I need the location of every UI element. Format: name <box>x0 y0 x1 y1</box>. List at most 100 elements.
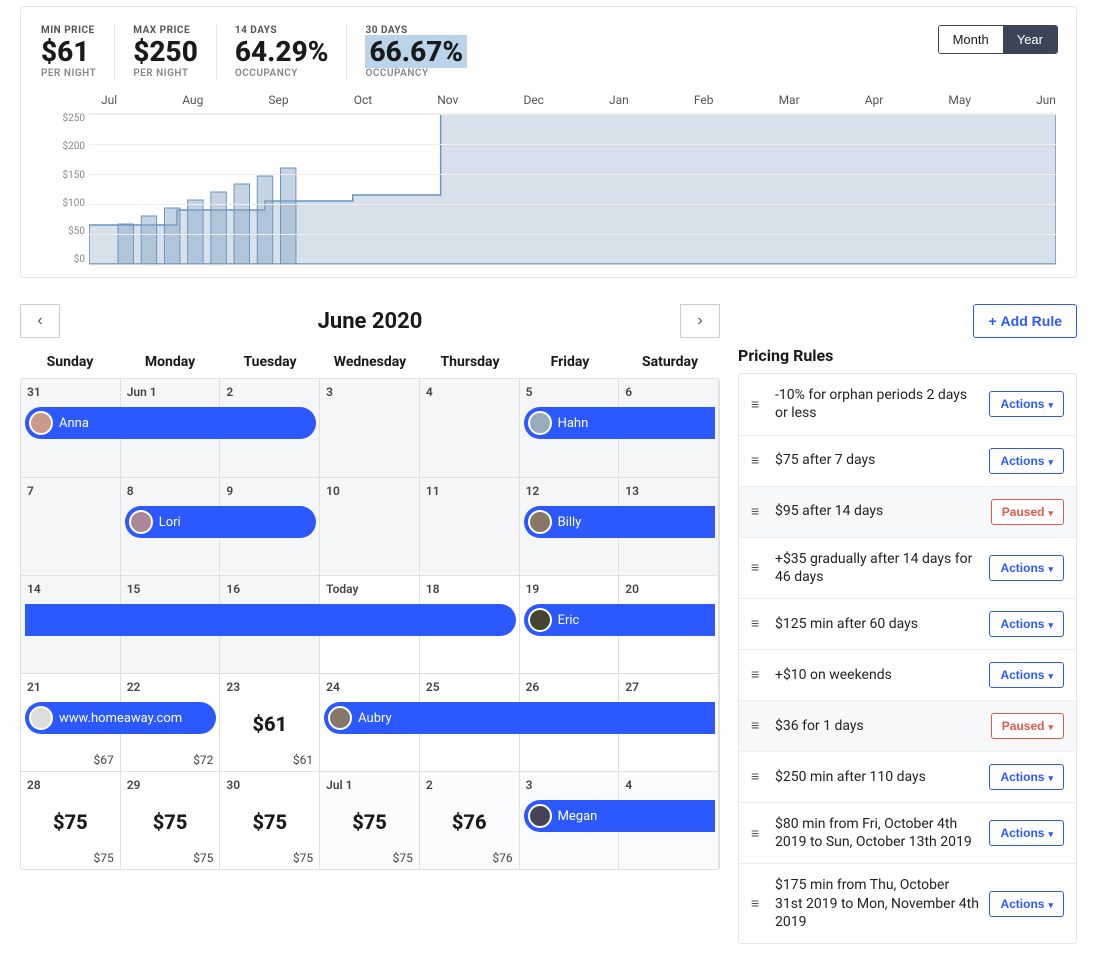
booking-event[interactable]: www.homeaway.com <box>25 702 216 734</box>
drag-handle-icon[interactable]: ≡ <box>751 452 765 469</box>
calendar-cell[interactable]: 28$75$75 <box>21 772 121 869</box>
rule-action-button[interactable]: Actions▾ <box>989 662 1064 688</box>
dow-label: Wednesday <box>320 354 420 370</box>
chart-month-label: Apr <box>865 93 884 107</box>
dow-label: Monday <box>120 354 220 370</box>
chart-month-label: Jul <box>101 93 117 107</box>
dow-label: Thursday <box>420 354 520 370</box>
booking-event[interactable]: Lori <box>125 506 316 538</box>
rule-action-button[interactable]: Actions▾ <box>989 448 1064 474</box>
rule-action-button[interactable]: Paused▾ <box>991 499 1064 525</box>
chevron-down-icon: ▾ <box>1048 829 1053 839</box>
day-number: Today <box>326 582 413 596</box>
drag-handle-icon[interactable]: ≡ <box>751 895 765 912</box>
drag-handle-icon[interactable]: ≡ <box>751 717 765 734</box>
calendar-cell[interactable]: 2$76$76 <box>420 772 520 869</box>
rule-action-button[interactable]: Paused▾ <box>991 713 1064 739</box>
dow-label: Tuesday <box>220 354 320 370</box>
booking-event[interactable]: Billy <box>524 506 715 538</box>
day-number: Jun 1 <box>127 385 214 399</box>
rule-action-button[interactable]: Actions▾ <box>989 611 1064 637</box>
drag-handle-icon[interactable]: ≡ <box>751 615 765 632</box>
booking-event[interactable]: Eric <box>524 604 715 636</box>
booking-event[interactable]: Hahn <box>524 407 715 439</box>
day-number: 8 <box>127 484 214 498</box>
drag-handle-icon[interactable]: ≡ <box>751 503 765 520</box>
rule-text: $36 for 1 days <box>775 717 981 735</box>
day-price: $75 <box>127 810 214 834</box>
rule-action-button[interactable]: Actions▾ <box>989 820 1064 846</box>
add-rule-button[interactable]: + Add Rule <box>973 304 1077 338</box>
day-number: 3 <box>326 385 413 399</box>
chevron-down-icon: ▾ <box>1048 671 1053 681</box>
day-price-foot: $75 <box>293 851 313 865</box>
stat-sub: OCCUPANCY <box>365 68 467 79</box>
stat-sub: PER NIGHT <box>41 68 96 79</box>
event-label: Hahn <box>558 416 589 431</box>
stat-2: 14 DAYS 64.29% OCCUPANCY <box>217 25 348 79</box>
calendar-cell[interactable]: 3 <box>320 379 420 477</box>
booking-event[interactable]: Megan <box>524 800 715 832</box>
calendar-cell[interactable]: 23$61$61 <box>220 674 320 771</box>
day-number: 20 <box>625 582 712 596</box>
day-number: 2 <box>426 778 513 792</box>
calendar-cell[interactable]: Jul 1$75$75 <box>320 772 420 869</box>
prev-month-button[interactable]: ‹ <box>20 304 60 338</box>
avatar <box>29 411 53 435</box>
rule-action-button[interactable]: Actions▾ <box>989 391 1064 417</box>
toggle-year[interactable]: Year <box>1003 26 1057 53</box>
day-number: 24 <box>326 680 413 694</box>
toggle-month[interactable]: Month <box>939 26 1003 53</box>
calendar-title: June 2020 <box>60 309 680 334</box>
booking-event[interactable]: Aubry <box>324 702 715 734</box>
drag-handle-icon[interactable]: ≡ <box>751 666 765 683</box>
day-price: $75 <box>326 810 413 834</box>
chart-month-label: Mar <box>779 93 800 107</box>
chevron-down-icon: ▾ <box>1048 457 1053 467</box>
booking-event[interactable] <box>25 604 516 636</box>
avatar <box>528 804 552 828</box>
stat-3: 30 DAYS 66.67% OCCUPANCY <box>347 25 485 79</box>
calendar-cell[interactable]: 11 <box>420 478 520 575</box>
rule-action-button[interactable]: Actions▾ <box>989 555 1064 581</box>
period-toggle: Month Year <box>938 25 1058 54</box>
rule-action-button[interactable]: Actions▾ <box>989 764 1064 790</box>
drag-handle-icon[interactable]: ≡ <box>751 768 765 785</box>
rule-row: ≡ $250 min after 110 days Actions▾ <box>739 751 1076 802</box>
chart-month-label: Jan <box>609 93 629 107</box>
rule-action-button[interactable]: Actions▾ <box>989 891 1064 917</box>
next-month-button[interactable]: › <box>680 304 720 338</box>
avatar <box>29 706 53 730</box>
drag-handle-icon[interactable]: ≡ <box>751 559 765 576</box>
day-number: 27 <box>625 680 712 694</box>
day-number: 6 <box>625 385 712 399</box>
avatar <box>528 510 552 534</box>
chart-month-label: Feb <box>694 93 714 107</box>
day-price: $76 <box>426 810 513 834</box>
drag-handle-icon[interactable]: ≡ <box>751 825 765 842</box>
day-number: 26 <box>526 680 613 694</box>
day-number: Jul 1 <box>326 778 413 792</box>
calendar-cell[interactable]: 7 <box>21 478 121 575</box>
drag-handle-icon[interactable]: ≡ <box>751 396 765 413</box>
chart-y-tick: $100 <box>41 198 85 209</box>
dow-label: Saturday <box>620 354 720 370</box>
day-number: 14 <box>27 582 114 596</box>
day-number: 7 <box>27 484 114 498</box>
chart-month-label: Jun <box>1036 93 1056 107</box>
rule-text: $175 min from Thu, October 31st 2019 to … <box>775 876 979 931</box>
calendar-cell[interactable]: 10 <box>320 478 420 575</box>
rule-text: $125 min after 60 days <box>775 615 979 633</box>
stat-1: MAX PRICE $250 PER NIGHT <box>115 25 217 79</box>
day-number: 3 <box>526 778 613 792</box>
calendar-cell[interactable]: 30$75$75 <box>220 772 320 869</box>
stat-0: MIN PRICE $61 PER NIGHT <box>41 25 115 79</box>
chevron-down-icon: ▾ <box>1048 773 1053 783</box>
event-label: Megan <box>558 809 598 824</box>
calendar-cell[interactable]: 29$75$75 <box>121 772 221 869</box>
day-number: 2 <box>226 385 313 399</box>
rule-row: ≡ $125 min after 60 days Actions▾ <box>739 598 1076 649</box>
day-number: 23 <box>226 680 313 694</box>
calendar-cell[interactable]: 4 <box>420 379 520 477</box>
booking-event[interactable]: Anna <box>25 407 316 439</box>
